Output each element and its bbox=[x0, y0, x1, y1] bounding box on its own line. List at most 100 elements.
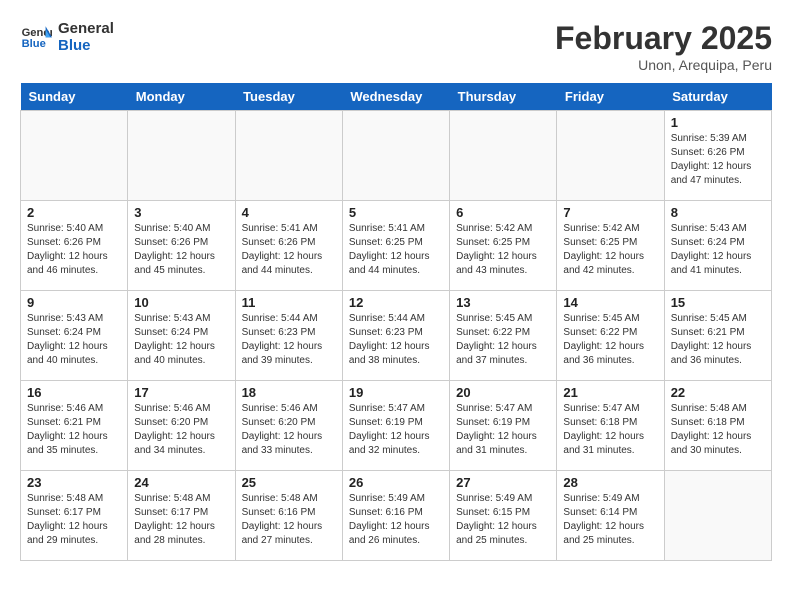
calendar-week-row: 1 Sunrise: 5:39 AM Sunset: 6:26 PM Daylig… bbox=[21, 111, 772, 201]
day-number: 2 bbox=[27, 205, 121, 220]
logo-icon: General Blue bbox=[20, 23, 52, 51]
calendar-week-row: 9 Sunrise: 5:43 AM Sunset: 6:24 PM Daylig… bbox=[21, 291, 772, 381]
day-number: 12 bbox=[349, 295, 443, 310]
day-number: 1 bbox=[671, 115, 765, 130]
calendar-week-row: 16 Sunrise: 5:46 AM Sunset: 6:21 PM Dayli… bbox=[21, 381, 772, 471]
calendar: SundayMondayTuesdayWednesdayThursdayFrid… bbox=[20, 83, 772, 561]
day-info: Sunrise: 5:48 AM Sunset: 6:16 PM Dayligh… bbox=[242, 492, 336, 548]
day-number: 25 bbox=[242, 475, 336, 490]
calendar-cell: 10 Sunrise: 5:43 AM Sunset: 6:24 PM Dayli… bbox=[128, 291, 235, 381]
day-info: Sunrise: 5:49 AM Sunset: 6:15 PM Dayligh… bbox=[456, 492, 550, 548]
day-number: 10 bbox=[134, 295, 228, 310]
calendar-cell: 28 Sunrise: 5:49 AM Sunset: 6:14 PM Dayli… bbox=[557, 471, 664, 561]
day-number: 7 bbox=[563, 205, 657, 220]
day-info: Sunrise: 5:43 AM Sunset: 6:24 PM Dayligh… bbox=[27, 312, 121, 368]
day-number: 17 bbox=[134, 385, 228, 400]
weekday-header-wednesday: Wednesday bbox=[342, 83, 449, 111]
day-info: Sunrise: 5:42 AM Sunset: 6:25 PM Dayligh… bbox=[456, 222, 550, 278]
day-number: 20 bbox=[456, 385, 550, 400]
weekday-header-friday: Friday bbox=[557, 83, 664, 111]
day-number: 19 bbox=[349, 385, 443, 400]
day-number: 26 bbox=[349, 475, 443, 490]
day-info: Sunrise: 5:48 AM Sunset: 6:17 PM Dayligh… bbox=[134, 492, 228, 548]
calendar-week-row: 23Sunrise: 5:48 AM Sunset: 6:17 PM Dayli… bbox=[21, 471, 772, 561]
calendar-cell bbox=[342, 111, 449, 201]
day-info: Sunrise: 5:46 AM Sunset: 6:20 PM Dayligh… bbox=[242, 402, 336, 458]
day-number: 22 bbox=[671, 385, 765, 400]
day-number: 9 bbox=[27, 295, 121, 310]
calendar-week-row: 2 Sunrise: 5:40 AM Sunset: 6:26 PM Daylig… bbox=[21, 201, 772, 291]
calendar-cell: 11 Sunrise: 5:44 AM Sunset: 6:23 PM Dayli… bbox=[235, 291, 342, 381]
calendar-cell: 18 Sunrise: 5:46 AM Sunset: 6:20 PM Dayli… bbox=[235, 381, 342, 471]
location: Unon, Arequipa, Peru bbox=[555, 57, 772, 73]
month-title: February 2025 bbox=[555, 20, 772, 57]
day-info: Sunrise: 5:42 AM Sunset: 6:25 PM Dayligh… bbox=[563, 222, 657, 278]
day-number: 21 bbox=[563, 385, 657, 400]
calendar-cell bbox=[21, 111, 128, 201]
calendar-cell: 27Sunrise: 5:49 AM Sunset: 6:15 PM Dayli… bbox=[450, 471, 557, 561]
calendar-cell: 25 Sunrise: 5:48 AM Sunset: 6:16 PM Dayli… bbox=[235, 471, 342, 561]
calendar-cell: 17 Sunrise: 5:46 AM Sunset: 6:20 PM Dayli… bbox=[128, 381, 235, 471]
calendar-cell: 5 Sunrise: 5:41 AM Sunset: 6:25 PM Daylig… bbox=[342, 201, 449, 291]
calendar-cell bbox=[664, 471, 771, 561]
day-info: Sunrise: 5:47 AM Sunset: 6:19 PM Dayligh… bbox=[456, 402, 550, 458]
day-number: 4 bbox=[242, 205, 336, 220]
day-number: 28 bbox=[563, 475, 657, 490]
day-number: 14 bbox=[563, 295, 657, 310]
weekday-header-tuesday: Tuesday bbox=[235, 83, 342, 111]
weekday-header-thursday: Thursday bbox=[450, 83, 557, 111]
calendar-cell: 24 Sunrise: 5:48 AM Sunset: 6:17 PM Dayli… bbox=[128, 471, 235, 561]
calendar-cell: 4 Sunrise: 5:41 AM Sunset: 6:26 PM Daylig… bbox=[235, 201, 342, 291]
calendar-cell: 26 Sunrise: 5:49 AM Sunset: 6:16 PM Dayli… bbox=[342, 471, 449, 561]
weekday-header-saturday: Saturday bbox=[664, 83, 771, 111]
weekday-header-monday: Monday bbox=[128, 83, 235, 111]
day-info: Sunrise: 5:45 AM Sunset: 6:22 PM Dayligh… bbox=[456, 312, 550, 368]
day-info: Sunrise: 5:48 AM Sunset: 6:18 PM Dayligh… bbox=[671, 402, 765, 458]
day-info: Sunrise: 5:41 AM Sunset: 6:26 PM Dayligh… bbox=[242, 222, 336, 278]
day-info: Sunrise: 5:45 AM Sunset: 6:22 PM Dayligh… bbox=[563, 312, 657, 368]
day-info: Sunrise: 5:40 AM Sunset: 6:26 PM Dayligh… bbox=[27, 222, 121, 278]
calendar-cell: 15Sunrise: 5:45 AM Sunset: 6:21 PM Dayli… bbox=[664, 291, 771, 381]
calendar-cell: 1 Sunrise: 5:39 AM Sunset: 6:26 PM Daylig… bbox=[664, 111, 771, 201]
calendar-cell bbox=[235, 111, 342, 201]
logo-general: General bbox=[58, 20, 114, 37]
day-info: Sunrise: 5:39 AM Sunset: 6:26 PM Dayligh… bbox=[671, 132, 765, 188]
svg-text:Blue: Blue bbox=[22, 38, 46, 50]
day-info: Sunrise: 5:49 AM Sunset: 6:16 PM Dayligh… bbox=[349, 492, 443, 548]
day-info: Sunrise: 5:41 AM Sunset: 6:25 PM Dayligh… bbox=[349, 222, 443, 278]
calendar-cell bbox=[128, 111, 235, 201]
day-info: Sunrise: 5:44 AM Sunset: 6:23 PM Dayligh… bbox=[349, 312, 443, 368]
day-number: 6 bbox=[456, 205, 550, 220]
logo: General Blue General Blue bbox=[20, 20, 114, 54]
calendar-cell: 12 Sunrise: 5:44 AM Sunset: 6:23 PM Dayli… bbox=[342, 291, 449, 381]
calendar-cell: 9 Sunrise: 5:43 AM Sunset: 6:24 PM Daylig… bbox=[21, 291, 128, 381]
day-info: Sunrise: 5:49 AM Sunset: 6:14 PM Dayligh… bbox=[563, 492, 657, 548]
calendar-cell: 22 Sunrise: 5:48 AM Sunset: 6:18 PM Dayli… bbox=[664, 381, 771, 471]
calendar-cell bbox=[557, 111, 664, 201]
day-info: Sunrise: 5:43 AM Sunset: 6:24 PM Dayligh… bbox=[134, 312, 228, 368]
calendar-cell: 14 Sunrise: 5:45 AM Sunset: 6:22 PM Dayli… bbox=[557, 291, 664, 381]
day-info: Sunrise: 5:43 AM Sunset: 6:24 PM Dayligh… bbox=[671, 222, 765, 278]
day-info: Sunrise: 5:44 AM Sunset: 6:23 PM Dayligh… bbox=[242, 312, 336, 368]
day-number: 11 bbox=[242, 295, 336, 310]
day-info: Sunrise: 5:40 AM Sunset: 6:26 PM Dayligh… bbox=[134, 222, 228, 278]
day-number: 24 bbox=[134, 475, 228, 490]
title-area: February 2025 Unon, Arequipa, Peru bbox=[555, 20, 772, 73]
calendar-cell: 7 Sunrise: 5:42 AM Sunset: 6:25 PM Daylig… bbox=[557, 201, 664, 291]
day-info: Sunrise: 5:46 AM Sunset: 6:20 PM Dayligh… bbox=[134, 402, 228, 458]
day-number: 16 bbox=[27, 385, 121, 400]
day-info: Sunrise: 5:47 AM Sunset: 6:18 PM Dayligh… bbox=[563, 402, 657, 458]
page-header: General Blue General Blue February 2025 … bbox=[20, 20, 772, 73]
day-info: Sunrise: 5:45 AM Sunset: 6:21 PM Dayligh… bbox=[671, 312, 765, 368]
day-info: Sunrise: 5:48 AM Sunset: 6:17 PM Dayligh… bbox=[27, 492, 121, 548]
calendar-cell: 20 Sunrise: 5:47 AM Sunset: 6:19 PM Dayli… bbox=[450, 381, 557, 471]
day-info: Sunrise: 5:46 AM Sunset: 6:21 PM Dayligh… bbox=[27, 402, 121, 458]
day-number: 5 bbox=[349, 205, 443, 220]
day-number: 18 bbox=[242, 385, 336, 400]
day-number: 13 bbox=[456, 295, 550, 310]
calendar-cell: 13 Sunrise: 5:45 AM Sunset: 6:22 PM Dayli… bbox=[450, 291, 557, 381]
calendar-cell: 2 Sunrise: 5:40 AM Sunset: 6:26 PM Daylig… bbox=[21, 201, 128, 291]
calendar-cell: 23Sunrise: 5:48 AM Sunset: 6:17 PM Dayli… bbox=[21, 471, 128, 561]
day-number: 8 bbox=[671, 205, 765, 220]
calendar-cell: 19Sunrise: 5:47 AM Sunset: 6:19 PM Dayli… bbox=[342, 381, 449, 471]
